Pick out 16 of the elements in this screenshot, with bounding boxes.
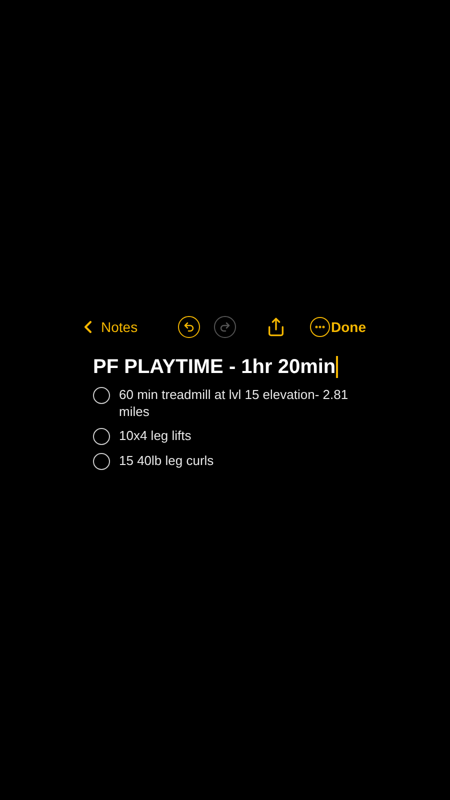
- undo-icon: [183, 321, 195, 333]
- more-button[interactable]: [310, 317, 330, 337]
- checklist-item-text: 15 40lb leg curls: [119, 452, 214, 469]
- checklist-checkbox[interactable]: [93, 387, 110, 404]
- back-button[interactable]: Notes: [78, 316, 178, 338]
- checklist-checkbox[interactable]: [93, 428, 110, 445]
- done-button[interactable]: Done: [331, 316, 366, 338]
- note-title: PF PLAYTIME - 1hr 20min: [93, 355, 336, 380]
- checklist-item-text: 10x4 leg lifts: [119, 427, 192, 444]
- redo-icon: [219, 321, 231, 333]
- undo-button[interactable]: [178, 316, 200, 338]
- share-icon: [266, 317, 286, 337]
- text-cursor: [336, 356, 338, 378]
- share-button[interactable]: [266, 317, 286, 337]
- checklist-checkbox[interactable]: [93, 453, 110, 470]
- checklist-item-text: 60 min treadmill at lvl 15 elevation- 2.81 miles: [119, 386, 350, 420]
